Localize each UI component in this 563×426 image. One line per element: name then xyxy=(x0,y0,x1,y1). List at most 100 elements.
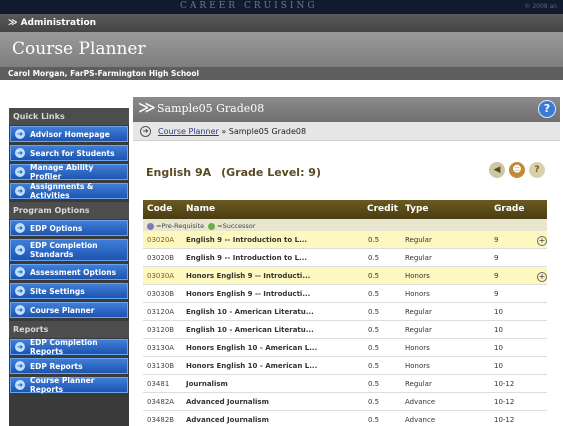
breadcrumb-current: Sample05 Grade08 xyxy=(228,127,307,136)
table-row[interactable]: 03130A Honors English 10 - American L... 0… xyxy=(143,339,547,357)
breadcrumb-link-course-planner[interactable]: Course Planner xyxy=(158,127,219,136)
administration-label: Administration xyxy=(20,18,97,28)
cell-grade: 10 xyxy=(494,362,503,370)
cell-code: 03482B xyxy=(147,416,175,424)
arrow-right-icon: ➜ xyxy=(15,186,25,196)
course-heading: English 9A (Grade Level: 9) xyxy=(146,166,321,179)
sidebar-item-assessment-options[interactable]: ➜ Assessment Options xyxy=(10,264,128,280)
arrow-right-icon: ➜ xyxy=(15,361,25,371)
cell-name: English 9 -- Introduction to L... xyxy=(186,254,308,262)
sidebar-item-assignments-activities[interactable]: ➜ Assignments & Activities xyxy=(10,182,128,200)
cell-type: Honors xyxy=(405,362,430,370)
cell-credit: 0.5 xyxy=(368,290,380,298)
help-icon[interactable]: ? xyxy=(538,100,556,118)
cell-type: Honors xyxy=(405,290,430,298)
breadcrumb: ➜ Course Planner » Sample05 Grade08 xyxy=(133,122,560,141)
sidebar-item-manage-ability-profiler[interactable]: ➜ Manage Ability Profiler xyxy=(10,163,128,181)
legend-prerequisite: =Pre-Requisite xyxy=(156,222,205,230)
expand-plus-icon[interactable]: + xyxy=(537,272,547,282)
cell-code: 03020B xyxy=(147,254,175,262)
cell-grade: 9 xyxy=(494,236,499,244)
table-row[interactable]: 03482A Advanced Journalism 0.5 Advance 10-12 xyxy=(143,393,547,411)
courses-table: Code Name Credit Type Grade =Pre-Requisi… xyxy=(143,200,547,426)
col-name: Name xyxy=(186,204,216,214)
col-code: Code xyxy=(147,204,173,214)
cell-credit: 0.5 xyxy=(368,326,380,334)
sidebar-item-edp-completion-standards[interactable]: ➜ EDP Completion Standards xyxy=(10,239,128,261)
arrow-right-icon: ➜ xyxy=(15,148,25,158)
table-row[interactable]: 03482B Advanced Journalism 0.5 Advance 10-12 xyxy=(143,411,547,426)
people-icon[interactable]: ☻ xyxy=(509,162,525,178)
sidebar-item-site-settings[interactable]: ➜ Site Settings xyxy=(10,283,128,299)
course-grade-level: (Grade Level: 9) xyxy=(221,166,321,179)
cell-name: English 9 -- Introduction to L... xyxy=(186,236,308,244)
cell-name: English 10 - American Literatu... xyxy=(186,308,314,316)
table-row[interactable]: 03020B English 9 -- Introduction to L... 0… xyxy=(143,249,547,267)
table-row[interactable]: 03020A English 9 -- Introduction to L... 0… xyxy=(143,231,547,249)
cell-name: Honors English 10 - American L... xyxy=(186,362,318,370)
table-body: 03020A English 9 -- Introduction to L... 0… xyxy=(143,231,547,426)
cell-credit: 0.5 xyxy=(368,380,380,388)
arrow-right-icon: ➜ xyxy=(15,342,25,352)
program-options-heading: Program Options xyxy=(9,202,129,219)
arrow-right-icon: ➜ xyxy=(15,380,25,390)
back-arrow-icon[interactable]: ◀ xyxy=(489,162,505,178)
legend-successor: =Successor xyxy=(217,222,256,230)
arrow-right-icon: ➜ xyxy=(15,245,25,255)
col-type: Type xyxy=(405,204,429,214)
cell-name: Honors English 9 -- Introducti... xyxy=(186,272,311,280)
cell-code: 03120B xyxy=(147,326,175,334)
cell-credit: 0.5 xyxy=(368,272,380,280)
sidebar-item-course-planner-reports[interactable]: ➜ Course Planner Reports xyxy=(10,376,128,394)
top-banner: CAREER CRUISING © 2009 an xyxy=(0,0,563,14)
cell-name: Journalism xyxy=(186,380,228,388)
cell-type: Regular xyxy=(405,308,432,316)
table-row[interactable]: 03030B Honors English 9 -- Introducti... 0… xyxy=(143,285,547,303)
cell-grade: 10-12 xyxy=(494,416,515,424)
cell-type: Advance xyxy=(405,416,436,424)
table-row[interactable]: 03120B English 10 - American Literatu... 0… xyxy=(143,321,547,339)
sidebar-item-advisor-homepage[interactable]: ➜ Advisor Homepage xyxy=(10,126,128,142)
cell-code: 03482A xyxy=(147,398,175,406)
sidebar-item-edp-completion-reports[interactable]: ➜ EDP Completion Reports xyxy=(10,338,128,356)
sidebar-item-course-planner[interactable]: ➜ Course Planner xyxy=(10,302,128,318)
table-row[interactable]: 03120A English 10 - American Literatu... 0… xyxy=(143,303,547,321)
cell-type: Advance xyxy=(405,398,436,406)
main-panel: ≫ Sample05 Grade08 ? ➜ Course Planner » … xyxy=(133,97,560,426)
arrow-right-icon: ➜ xyxy=(15,286,25,296)
table-row[interactable]: 03481 Journalism 0.5 Regular 10-12 xyxy=(143,375,547,393)
cell-code: 03030B xyxy=(147,290,175,298)
cell-code: 03020A xyxy=(147,236,175,244)
cell-grade: 9 xyxy=(494,272,499,280)
sidebar-item-edp-options[interactable]: ➜ EDP Options xyxy=(10,220,128,236)
arrow-right-icon: ➜ xyxy=(15,223,25,233)
panel-header: ≫ Sample05 Grade08 ? xyxy=(133,97,560,122)
cell-credit: 0.5 xyxy=(368,236,380,244)
cell-type: Honors xyxy=(405,344,430,352)
cell-credit: 0.5 xyxy=(368,362,380,370)
cell-grade: 9 xyxy=(494,290,499,298)
arrow-circle-icon[interactable]: ➜ xyxy=(140,126,151,137)
cell-type: Regular xyxy=(405,236,432,244)
cell-name: Advanced Journalism xyxy=(186,416,269,424)
breadcrumb-separator: » xyxy=(218,127,229,136)
sidebar-item-search-students[interactable]: ➜ Search for Students xyxy=(10,145,128,161)
cell-code: 03481 xyxy=(147,380,170,388)
sidebar-item-edp-reports[interactable]: ➜ EDP Reports xyxy=(10,358,128,374)
banner-logo-text: CAREER CRUISING xyxy=(180,1,318,11)
help-question-icon[interactable]: ? xyxy=(529,162,545,178)
col-credit: Credit xyxy=(367,204,398,214)
cell-name: Advanced Journalism xyxy=(186,398,269,406)
table-row[interactable]: 03130B Honors English 10 - American L... 0… xyxy=(143,357,547,375)
prerequisite-dot-icon xyxy=(147,222,154,230)
table-row[interactable]: 03030A Honors English 9 -- Introducti... 0… xyxy=(143,267,547,285)
cell-type: Regular xyxy=(405,326,432,334)
cell-grade: 10-12 xyxy=(494,398,515,406)
cell-credit: 0.5 xyxy=(368,254,380,262)
arrow-right-icon: ➜ xyxy=(15,267,25,277)
expand-plus-icon[interactable]: + xyxy=(537,236,547,246)
table-header: Code Name Credit Type Grade xyxy=(143,200,547,219)
administration-bar[interactable]: ≫ Administration xyxy=(0,14,563,32)
arrow-right-icon: ➜ xyxy=(15,167,25,177)
chevron-down-icon: ≫ xyxy=(8,18,18,28)
